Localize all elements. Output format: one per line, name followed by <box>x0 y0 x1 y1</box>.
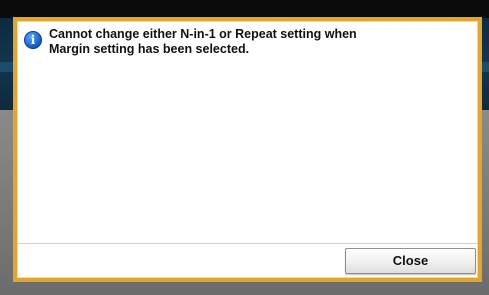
dialog-divider <box>17 243 478 244</box>
close-button[interactable]: Close <box>345 248 476 274</box>
info-icon: i <box>24 31 42 49</box>
dialog-inner-border <box>17 21 478 278</box>
dialog-message-line-1: Cannot change either N-in-1 or Repeat se… <box>49 27 357 41</box>
dialog-message-line-2: Margin setting has been selected. <box>49 42 250 56</box>
message-dialog: i Cannot change either N-in-1 or Repeat … <box>13 17 482 282</box>
info-icon-glyph: i <box>30 33 36 47</box>
dialog-message: Cannot change either N-in-1 or Repeat se… <box>49 27 469 57</box>
top-bar-background <box>0 0 489 18</box>
